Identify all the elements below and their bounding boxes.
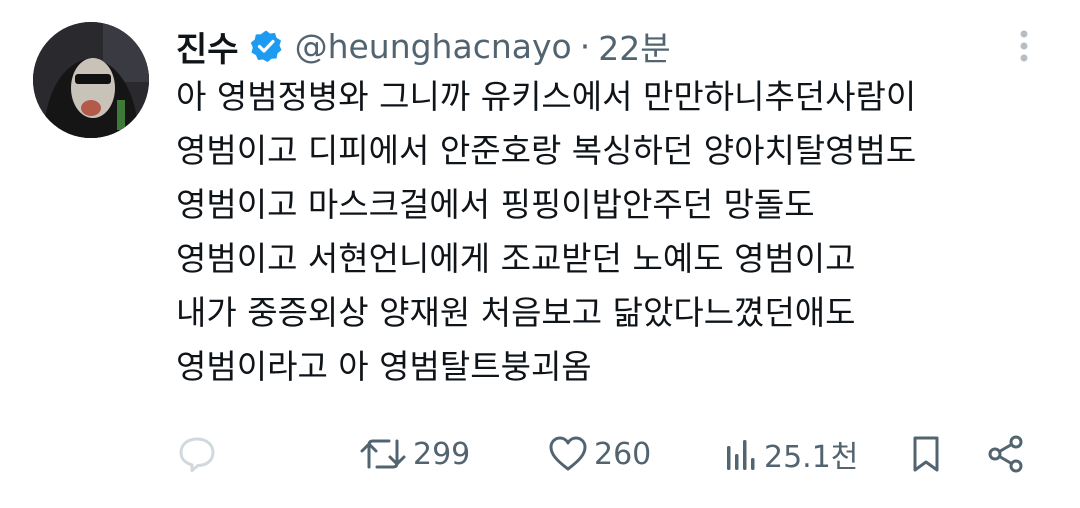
- views-button[interactable]: 25.1천: [724, 426, 858, 482]
- share-icon: [985, 433, 1027, 475]
- tweet-header: 진수 @heunghacnayo · 22분: [176, 18, 671, 74]
- heart-icon: [548, 434, 588, 474]
- tweet-action-bar: 299 260 25.1천: [0, 426, 1080, 482]
- share-button[interactable]: [985, 426, 1027, 482]
- retweet-count: 299: [413, 436, 471, 472]
- verified-badge-icon: [249, 29, 283, 63]
- reply-icon: [176, 433, 218, 475]
- tweet-text-line: 영범이라고 아 영범탈트붕괴옴: [176, 347, 592, 386]
- bookmark-icon: [908, 433, 944, 475]
- views-icon: [724, 434, 758, 474]
- separator-dot: ·: [579, 26, 591, 66]
- tweet-text: 아 영범정병와 그니까 유키스에서 만만하니추던사람이 영범이고 디피에서 안준…: [176, 70, 1056, 394]
- tweet-text-line: 영범이고 마스크걸에서 핑핑이밥안주던 망돌도: [176, 185, 815, 224]
- views-count: 25.1천: [764, 440, 859, 475]
- tweet-text-line: 영범이고 서현언니에게 조교받던 노예도 영범이고: [176, 239, 856, 278]
- tweet-timestamp[interactable]: 22분: [598, 22, 670, 70]
- more-options-icon[interactable]: [1012, 26, 1036, 66]
- avatar[interactable]: [33, 22, 149, 138]
- tweet-text-line: 아 영범정병와 그니까 유키스에서 만만하니추던사람이: [176, 77, 917, 116]
- bookmark-button[interactable]: [908, 426, 944, 482]
- retweet-button[interactable]: 299: [359, 426, 470, 482]
- tweet-text-line: 영범이고 디피에서 안준호랑 복싱하던 양아치탈영범도: [176, 131, 917, 170]
- like-count: 260: [594, 436, 652, 472]
- retweet-icon: [359, 433, 407, 475]
- reply-button[interactable]: [176, 426, 218, 482]
- tweet-text-line: 내가 중증외상 양재원 처음보고 닮았다느꼈던애도: [176, 293, 856, 332]
- like-button[interactable]: 260: [548, 426, 651, 482]
- author-handle[interactable]: @heunghacnayo: [295, 27, 572, 66]
- display-name[interactable]: 진수: [176, 22, 239, 71]
